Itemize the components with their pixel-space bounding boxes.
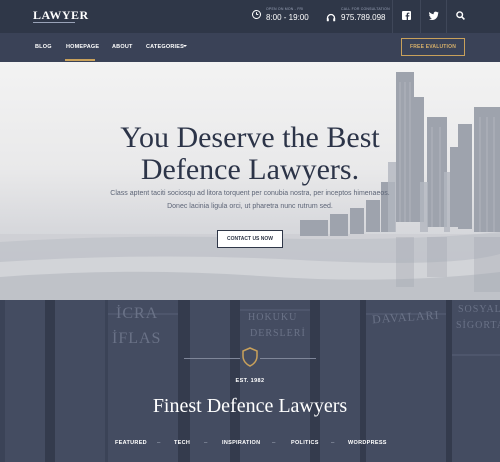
consultation-phone: CALL FOR CONSULTATION 975.789.098 [326,6,390,23]
filter-separator: – [272,440,276,446]
nav-active-indicator [65,59,95,61]
hero-subtitle: Class aptent taciti sociosqu ad litora t… [0,187,500,213]
nav-item-about[interactable]: ABOUT [112,44,133,50]
book-spine-text: DERSLERİ [250,328,306,339]
nav-item-blog[interactable]: BLOG [35,44,52,50]
hero-subtitle-line-2: Donec lacinia ligula orci, ut pharetra n… [167,203,333,210]
filter-politics[interactable]: POLITICS [291,440,319,446]
book-spine-text: SOSYAL [458,304,500,315]
hours-value: 8:00 - 19:00 [266,13,309,22]
clock-icon [252,10,261,19]
hero-title: You Deserve the Best Defence Lawyers. [0,122,500,186]
headset-icon [326,10,336,21]
book-spine-text: HOKUKU [248,312,298,323]
free-evaluation-button[interactable]: FREE EVALUTION [401,38,465,56]
divider [446,0,447,33]
filter-featured[interactable]: FEATURED [115,440,147,446]
nav-item-homepage[interactable]: HOMEPAGE [66,44,99,50]
filter-separator: – [157,440,161,446]
logo[interactable]: LAWYER [33,8,89,23]
divider [392,0,393,33]
hero-title-line-2: Defence Lawyers. [140,153,360,186]
established-label: EST. 1982 [235,378,265,384]
filter-tech[interactable]: TECH [174,440,190,446]
top-bar: LAWYER OPEN ON MON - FRI 8:00 - 19:00 CA… [0,0,500,33]
nav-item-categories[interactable]: CATEGORIES [146,44,184,50]
phone-value[interactable]: 975.789.098 [341,12,390,23]
section-title: Finest Defence Lawyers [152,395,348,417]
chevron-down-icon[interactable] [182,43,188,51]
filter-inspiration[interactable]: INSPIRATION [222,440,260,446]
contact-us-button[interactable]: CONTACT US NOW [217,230,283,248]
filter-separator: – [204,440,208,446]
facebook-icon[interactable] [402,11,411,22]
book-spine-text: İCRA [116,305,159,322]
book-spine-text: İFLAS [112,330,162,347]
shield-icon [242,347,258,367]
search-icon[interactable] [456,11,465,22]
divider-right [260,358,316,359]
twitter-icon[interactable] [428,11,439,22]
filter-wordpress[interactable]: WORDPRESS [348,440,387,446]
opening-hours: OPEN ON MON - FRI 8:00 - 19:00 [252,6,309,23]
filter-separator: – [331,440,335,446]
hero-section: You Deserve the Best Defence Lawyers. Cl… [0,62,500,300]
hero-title-line-1: You Deserve the Best [120,121,380,154]
divider-left [184,358,240,359]
hero-subtitle-line-1: Class aptent taciti sociosqu ad litora t… [110,190,390,197]
book-spine-text: SİGORTA [456,320,500,331]
divider [420,0,421,33]
logo-underline [33,22,75,23]
